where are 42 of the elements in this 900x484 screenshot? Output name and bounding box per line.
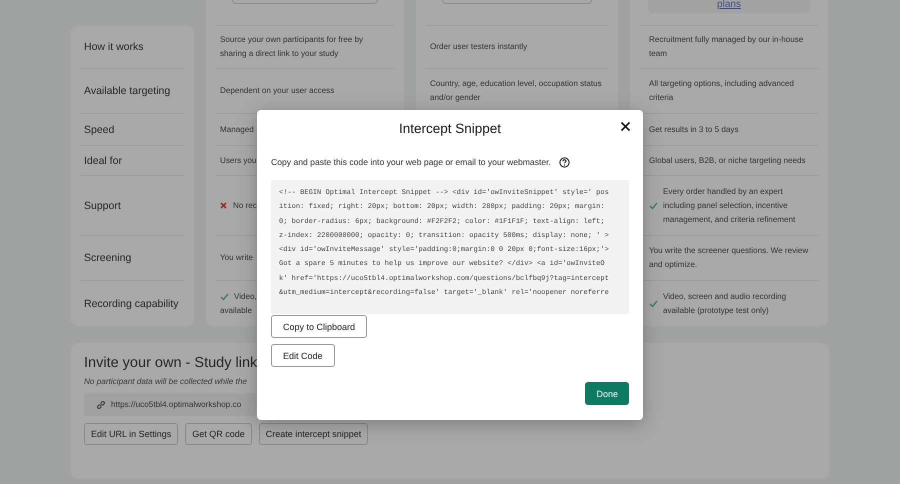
cell-text: Order user testers instantly [430, 41, 528, 53]
row-label: Speed [84, 124, 116, 136]
cell-text: Video, screen and audio recording available (prototype test only) [663, 290, 788, 317]
cell-text: Managed [220, 124, 254, 136]
cell-text: available [220, 304, 253, 316]
action-button[interactable]: Get QR code [185, 423, 252, 445]
cross-icon [220, 202, 227, 209]
row-label: Ideal for [84, 154, 123, 166]
cell-text: Get results in 3 to 5 days [649, 124, 739, 136]
link-icon [96, 400, 106, 410]
cell-text: Users you [220, 154, 256, 167]
dialog-description: Copy and paste this code into your web page or email to your webmaster. [271, 157, 551, 167]
cell-text: You write the screener questions. We review and optimize. [649, 245, 810, 271]
close-icon[interactable] [620, 121, 631, 132]
note-text: No participant data will be collected while the [84, 377, 247, 386]
cell-text: No rec [233, 200, 257, 212]
link-field[interactable]: https://uco5tbl4.optimalworkshop.co [84, 393, 256, 416]
cell-text: You write [220, 252, 253, 264]
help-icon[interactable] [558, 156, 570, 168]
dialog-button[interactable]: Copy to Clipboard [271, 315, 368, 338]
cell-text: Recruitment fully managed by our in-house team [649, 34, 804, 60]
row-label: How it works [84, 41, 145, 53]
dialog-title: Intercept Snippet [398, 120, 502, 136]
cell-text: Source your own participants for free by sharing a direct link to your study [220, 34, 364, 60]
row-label: Support [84, 200, 122, 212]
row-label: Available targeting [84, 85, 172, 97]
check-icon [220, 292, 229, 300]
row-label: Screening [84, 252, 132, 264]
check-icon [649, 202, 658, 210]
action-button[interactable]: Create intercept snippet [258, 423, 368, 445]
done-button[interactable]: Done [585, 382, 629, 405]
row-label: Recording capability [84, 298, 180, 310]
cell-text: Every order handled by an expert including panel selection, incentive management, and criteria refinement [663, 186, 796, 226]
action-button[interactable]: Edit URL in Settings [84, 423, 178, 445]
cell-text: Country, age, education level, occupation status and/or gender [430, 78, 603, 104]
dialog-button[interactable]: Edit Code [271, 344, 335, 367]
section-title: Invite your own - Study link [84, 355, 258, 371]
cell-text: Global users, B2B, or niche targeting needs [649, 154, 806, 167]
check-icon [649, 300, 658, 308]
cell-text: Video, [234, 290, 257, 302]
cell-text: Dependent on your user access [220, 85, 334, 97]
cell-text: All targeting options, including advanced criteria [649, 78, 795, 104]
